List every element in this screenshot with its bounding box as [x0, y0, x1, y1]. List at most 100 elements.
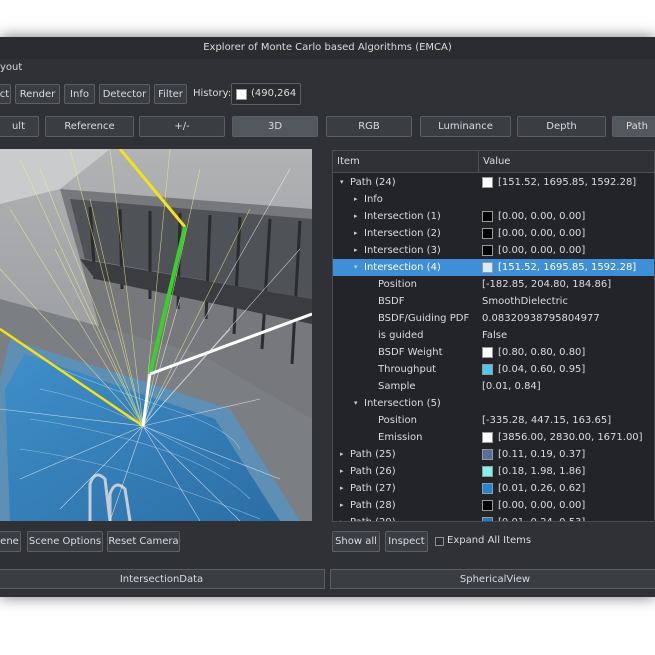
scene-options-button[interactable]: Scene Options [27, 531, 103, 552]
tree-row[interactable]: BSDF/Guiding PDF 0.08320938795804977 [333, 310, 654, 327]
tree-row[interactable]: BSDF SmoothDielectric [333, 293, 654, 310]
show-all-button[interactable]: Show all [332, 531, 380, 552]
tree-row[interactable]: Position [-182.85, 204.80, 184.86] [333, 276, 654, 293]
tree-item-label: Path (25) [350, 449, 396, 460]
tree-item-value: [0.01, 0.24, 0.53] [498, 514, 585, 521]
tree-row[interactable]: is guided False [333, 327, 654, 344]
info-button[interactable]: Info [64, 84, 95, 104]
color-swatch [482, 466, 493, 477]
tree-item-label: is guided [378, 330, 424, 341]
tree-row[interactable]: Emission [3856.00, 2830.00, 1671.00] [333, 429, 654, 446]
tree-row[interactable]: ▸ Path (28) [0.00, 0.00, 0.00] [333, 497, 654, 514]
tree-item-label: Path (24) [350, 177, 396, 188]
scene-button[interactable]: ene [0, 531, 21, 552]
color-swatch [482, 432, 493, 443]
tab-result[interactable]: ult [0, 116, 39, 137]
color-swatch [482, 262, 493, 273]
collapsed-arrow-icon[interactable]: ▸ [354, 225, 358, 242]
tree-row[interactable]: ▸ Path (25) [0.11, 0.19, 0.37] [333, 446, 654, 463]
tree-row[interactable]: ▾ Intersection (4) [151.52, 1695.85, 1592.… [333, 259, 654, 276]
title-bar: Explorer of Monte Carlo based Algorithms… [0, 37, 655, 59]
tab-3d[interactable]: 3D [232, 116, 318, 137]
filter-button[interactable]: Filter [154, 84, 187, 104]
tab-path[interactable]: Path [612, 116, 655, 137]
inspect-button[interactable]: Inspect [385, 531, 428, 552]
tree-item-value: [-335.28, 447.15, 163.65] [482, 415, 612, 426]
render-button[interactable]: Render [15, 84, 60, 104]
expanded-arrow-icon[interactable]: ▾ [354, 259, 358, 276]
tree-item-value: [151.52, 1695.85, 1592.28] [498, 177, 637, 188]
tree-item-label: Path (28) [350, 500, 396, 511]
color-swatch [482, 347, 493, 358]
tree-item-value: [3856.00, 2830.00, 1671.00] [498, 432, 643, 443]
tree-item-label: Intersection (3) [364, 245, 441, 256]
collapsed-arrow-icon[interactable]: ▸ [340, 514, 344, 521]
header-value[interactable]: Value [483, 156, 510, 167]
header-divider [478, 151, 479, 173]
menu-layout[interactable]: yout [0, 59, 22, 77]
tree-row[interactable]: Sample [0.01, 0.84] [333, 378, 654, 395]
tree-row[interactable]: ▸ Path (26) [0.18, 1.98, 1.86] [333, 463, 654, 480]
scene-viewport-3d[interactable] [0, 149, 312, 521]
expanded-arrow-icon[interactable]: ▾ [340, 174, 344, 191]
color-swatch [482, 364, 493, 375]
tree-row[interactable]: ▸ Info [333, 191, 654, 208]
history-color-swatch [236, 89, 247, 100]
history-combo[interactable]: (490,264 [231, 83, 301, 105]
collapsed-arrow-icon[interactable]: ▸ [340, 497, 344, 514]
tree-item-value: [0.01, 0.26, 0.62] [498, 483, 586, 494]
tab-depth[interactable]: Depth [517, 116, 606, 137]
tab-intersection-data[interactable]: IntersectionData [0, 569, 325, 589]
color-swatch [482, 211, 493, 222]
tree-item-label: Path (26) [350, 466, 396, 477]
color-swatch [482, 449, 493, 460]
collapsed-arrow-icon[interactable]: ▸ [354, 191, 358, 208]
tree-item-label: Intersection (1) [364, 211, 441, 222]
expand-all-checkbox[interactable] [435, 537, 444, 546]
tree-row[interactable]: ▸ Intersection (2) [0.00, 0.00, 0.00] [333, 225, 654, 242]
header-item[interactable]: Item [337, 156, 360, 167]
tree-row[interactable]: ▾ Intersection (5) [333, 395, 654, 412]
detector-button[interactable]: Detector [99, 84, 150, 104]
tree-item-label: BSDF/Guiding PDF [378, 313, 470, 324]
color-swatch [482, 500, 493, 511]
tree-item-value: [0.80, 0.80, 0.80] [498, 347, 586, 358]
tab-spherical-view[interactable]: SphericalView [330, 569, 655, 589]
tree-item-label: Intersection (5) [364, 398, 441, 409]
tree-item-value: SmoothDielectric [482, 296, 568, 307]
collapsed-arrow-icon[interactable]: ▸ [340, 480, 344, 497]
select-button[interactable]: ct [0, 84, 11, 104]
tree-item-label: Position [378, 415, 417, 426]
app-window: Explorer of Monte Carlo based Algorithms… [0, 37, 655, 597]
tree-item-value: [0.00, 0.00, 0.00] [498, 211, 586, 222]
tree-row[interactable]: Position [-335.28, 447.15, 163.65] [333, 412, 654, 429]
collapsed-arrow-icon[interactable]: ▸ [340, 446, 344, 463]
collapsed-arrow-icon[interactable]: ▸ [354, 242, 358, 259]
tree-item-label: Intersection (4) [364, 262, 441, 273]
tab-rgb[interactable]: RGB [326, 116, 412, 137]
path-tree-view[interactable]: Item Value ▾ Path (24) [151.52, 1695.85, 1… [332, 150, 655, 522]
expand-all-label: Expand All Items [447, 535, 532, 546]
tree-row[interactable]: ▸ Intersection (3) [0.00, 0.00, 0.00] [333, 242, 654, 259]
tree-row[interactable]: ▸ Path (27) [0.01, 0.26, 0.62] [333, 480, 654, 497]
scene-render [0, 149, 312, 521]
color-swatch [482, 245, 493, 256]
tree-item-label: Path (27) [350, 483, 396, 494]
tab-luminance[interactable]: Luminance [420, 116, 511, 137]
expanded-arrow-icon[interactable]: ▾ [354, 395, 358, 412]
collapsed-arrow-icon[interactable]: ▸ [340, 463, 344, 480]
tab-reference[interactable]: Reference [45, 116, 134, 137]
tab-diff[interactable]: +/- [139, 116, 225, 137]
color-swatch [482, 228, 493, 239]
collapsed-arrow-icon[interactable]: ▸ [354, 208, 358, 225]
tree-item-label: Sample [378, 381, 416, 392]
tree-item-label: Throughput [378, 364, 437, 375]
tree-row[interactable]: ▾ Path (24) [151.52, 1695.85, 1592.28] [333, 174, 654, 191]
reset-camera-button[interactable]: Reset Camera [107, 531, 180, 552]
tree-row[interactable]: ▸ Intersection (1) [0.00, 0.00, 0.00] [333, 208, 654, 225]
tree-item-label: Position [378, 279, 417, 290]
window-title: Explorer of Monte Carlo based Algorithms… [203, 42, 452, 53]
tree-row[interactable]: Throughput [0.04, 0.60, 0.95] [333, 361, 654, 378]
tree-row[interactable]: ▸ Path (29) [0.01, 0.24, 0.53] [333, 514, 654, 521]
tree-row[interactable]: BSDF Weight [0.80, 0.80, 0.80] [333, 344, 654, 361]
